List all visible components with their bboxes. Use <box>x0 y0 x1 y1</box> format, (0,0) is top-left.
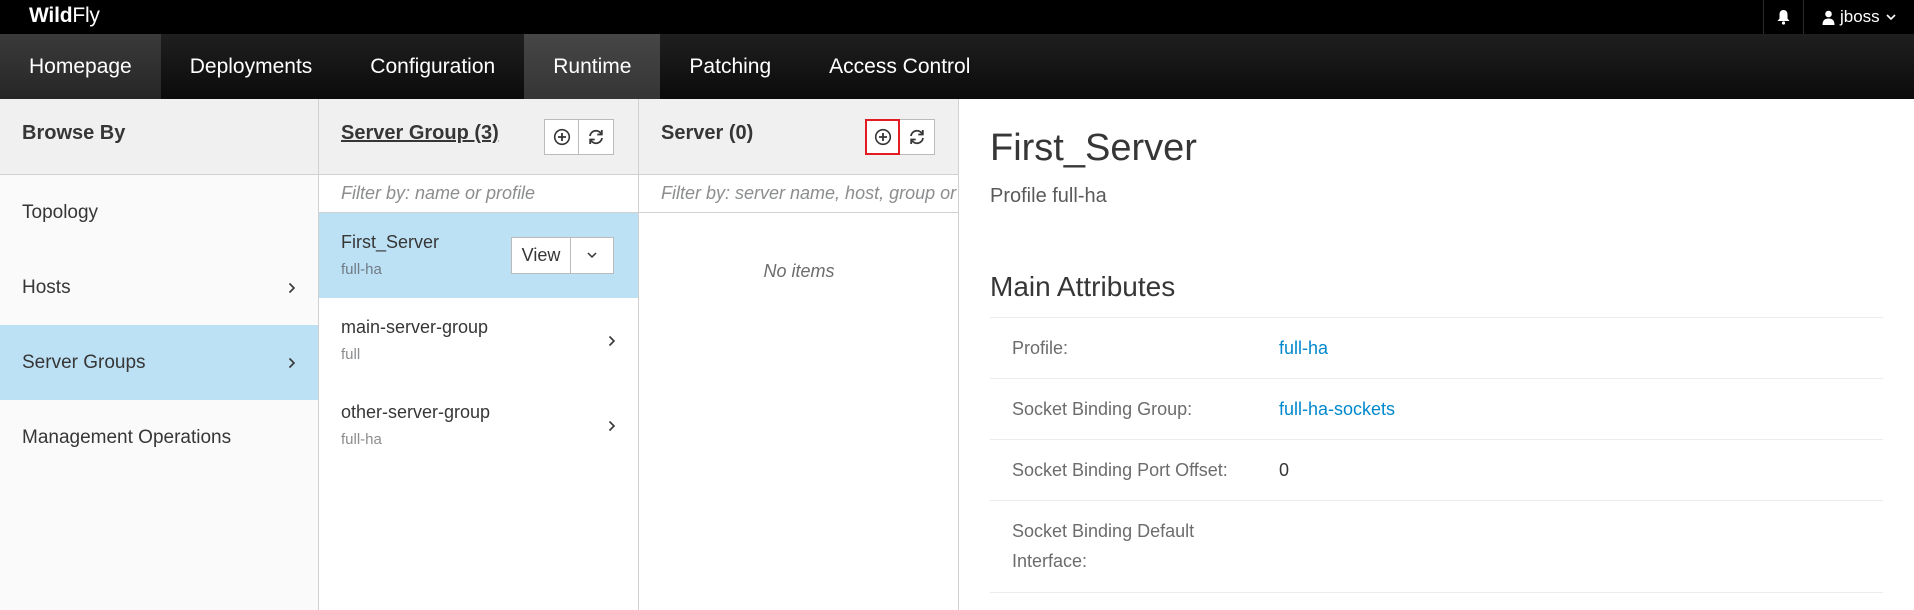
user-icon <box>1822 10 1835 25</box>
add-server-group-button[interactable] <box>544 119 579 155</box>
attribute-label: Profile: <box>1012 338 1069 358</box>
browse-by-column: Browse By Topology Hosts Server Groups M… <box>0 99 319 610</box>
nav-deployments[interactable]: Deployments <box>161 34 342 99</box>
server-group-profile: full <box>341 346 361 363</box>
nav-patching[interactable]: Patching <box>660 34 800 99</box>
browse-item-label: Hosts <box>22 276 71 298</box>
notifications-button[interactable] <box>1763 0 1803 34</box>
server-group-filter <box>319 175 638 213</box>
server-filter <box>639 175 958 213</box>
server-actions <box>865 119 935 155</box>
refresh-server-groups-button[interactable] <box>579 119 614 155</box>
chevron-right-icon <box>288 325 296 400</box>
browse-item-hosts[interactable]: Hosts <box>0 250 318 325</box>
browse-by-title: Browse By <box>22 122 126 144</box>
nav-configuration[interactable]: Configuration <box>341 34 524 99</box>
browse-by-header: Browse By <box>0 99 318 175</box>
add-circle-icon <box>874 128 891 146</box>
server-column: Server (0) No items <box>639 99 959 610</box>
attribute-label: Socket Binding Port Offset: <box>1012 460 1228 480</box>
server-group-actions <box>544 119 614 155</box>
nav-access-control[interactable]: Access Control <box>800 34 999 99</box>
attribute-row: Profile: full-ha <box>990 318 1883 379</box>
bell-icon <box>1777 10 1790 25</box>
server-filter-input[interactable] <box>661 183 958 204</box>
chevron-down-icon <box>1886 13 1896 20</box>
browse-item-management-operations[interactable]: Management Operations <box>0 400 318 475</box>
attribute-label: Socket Binding Group: <box>1012 399 1193 419</box>
nav-homepage[interactable]: Homepage <box>0 34 161 99</box>
refresh-icon <box>910 129 924 145</box>
server-group-profile: full-ha <box>341 261 382 278</box>
attribute-row: Socket Binding Port Offset: 0 <box>990 440 1883 501</box>
nav-runtime[interactable]: Runtime <box>524 34 661 99</box>
server-group-name: other-server-group <box>341 402 491 422</box>
add-circle-icon <box>553 128 570 146</box>
attribute-label: Socket Binding Default Interface: <box>1012 521 1195 571</box>
server-group-column: Server Group (3) First_Server full-ha Vi… <box>319 99 639 610</box>
server-group-title[interactable]: Server Group (3) <box>341 122 499 145</box>
browse-item-label: Management Operations <box>22 426 232 448</box>
brand-logo[interactable]: WildFly <box>29 4 100 28</box>
server-title: Server (0) <box>661 122 754 144</box>
socket-binding-group-link[interactable]: full-ha-sockets <box>1279 394 1395 424</box>
server-group-item-first-server[interactable]: First_Server full-ha View <box>319 213 638 298</box>
server-group-name: First_Server <box>341 232 440 252</box>
attribute-value: 0 <box>1279 460 1290 480</box>
chevron-right-icon <box>608 298 616 383</box>
refresh-servers-button[interactable] <box>900 119 935 155</box>
chevron-down-icon <box>587 252 597 259</box>
server-group-item-main-server-group[interactable]: main-server-group full <box>319 298 638 383</box>
view-button[interactable]: View <box>511 237 571 274</box>
view-split-button: View <box>511 237 614 274</box>
server-header: Server (0) <box>639 99 958 175</box>
browse-item-server-groups[interactable]: Server Groups <box>0 325 318 400</box>
main-nav: Homepage Deployments Configuration Runti… <box>0 34 1914 99</box>
detail-preview: First_Server Profile full-ha Main Attrib… <box>959 99 1914 610</box>
attribute-row: Socket Binding Group: full-ha-sockets <box>990 379 1883 440</box>
user-menu[interactable]: jboss <box>1803 0 1914 34</box>
server-group-name: main-server-group <box>341 317 489 337</box>
detail-title: First_Server <box>990 127 1197 169</box>
chevron-right-icon <box>608 383 616 468</box>
chevron-right-icon <box>288 250 296 325</box>
server-group-profile: full-ha <box>341 431 382 448</box>
browse-item-label: Server Groups <box>22 351 146 373</box>
browse-item-label: Topology <box>22 201 99 223</box>
user-name: jboss <box>1840 7 1880 26</box>
view-dropdown-toggle[interactable] <box>571 237 614 274</box>
profile-link[interactable]: full-ha <box>1279 333 1328 363</box>
empty-state-text: No items <box>763 261 835 281</box>
top-bar: WildFly jboss <box>0 0 1914 34</box>
section-heading: Main Attributes <box>990 271 1176 302</box>
add-server-button[interactable] <box>865 119 900 155</box>
detail-subtitle: Profile full-ha <box>990 185 1107 207</box>
server-group-item-other-server-group[interactable]: other-server-group full-ha <box>319 383 638 468</box>
server-group-header: Server Group (3) <box>319 99 638 175</box>
refresh-icon <box>589 129 603 145</box>
attributes-table: Profile: full-ha Socket Binding Group: f… <box>990 317 1883 593</box>
browse-item-topology[interactable]: Topology <box>0 175 318 250</box>
attribute-row: Socket Binding Default Interface: <box>990 501 1883 593</box>
server-group-filter-input[interactable] <box>341 183 638 204</box>
